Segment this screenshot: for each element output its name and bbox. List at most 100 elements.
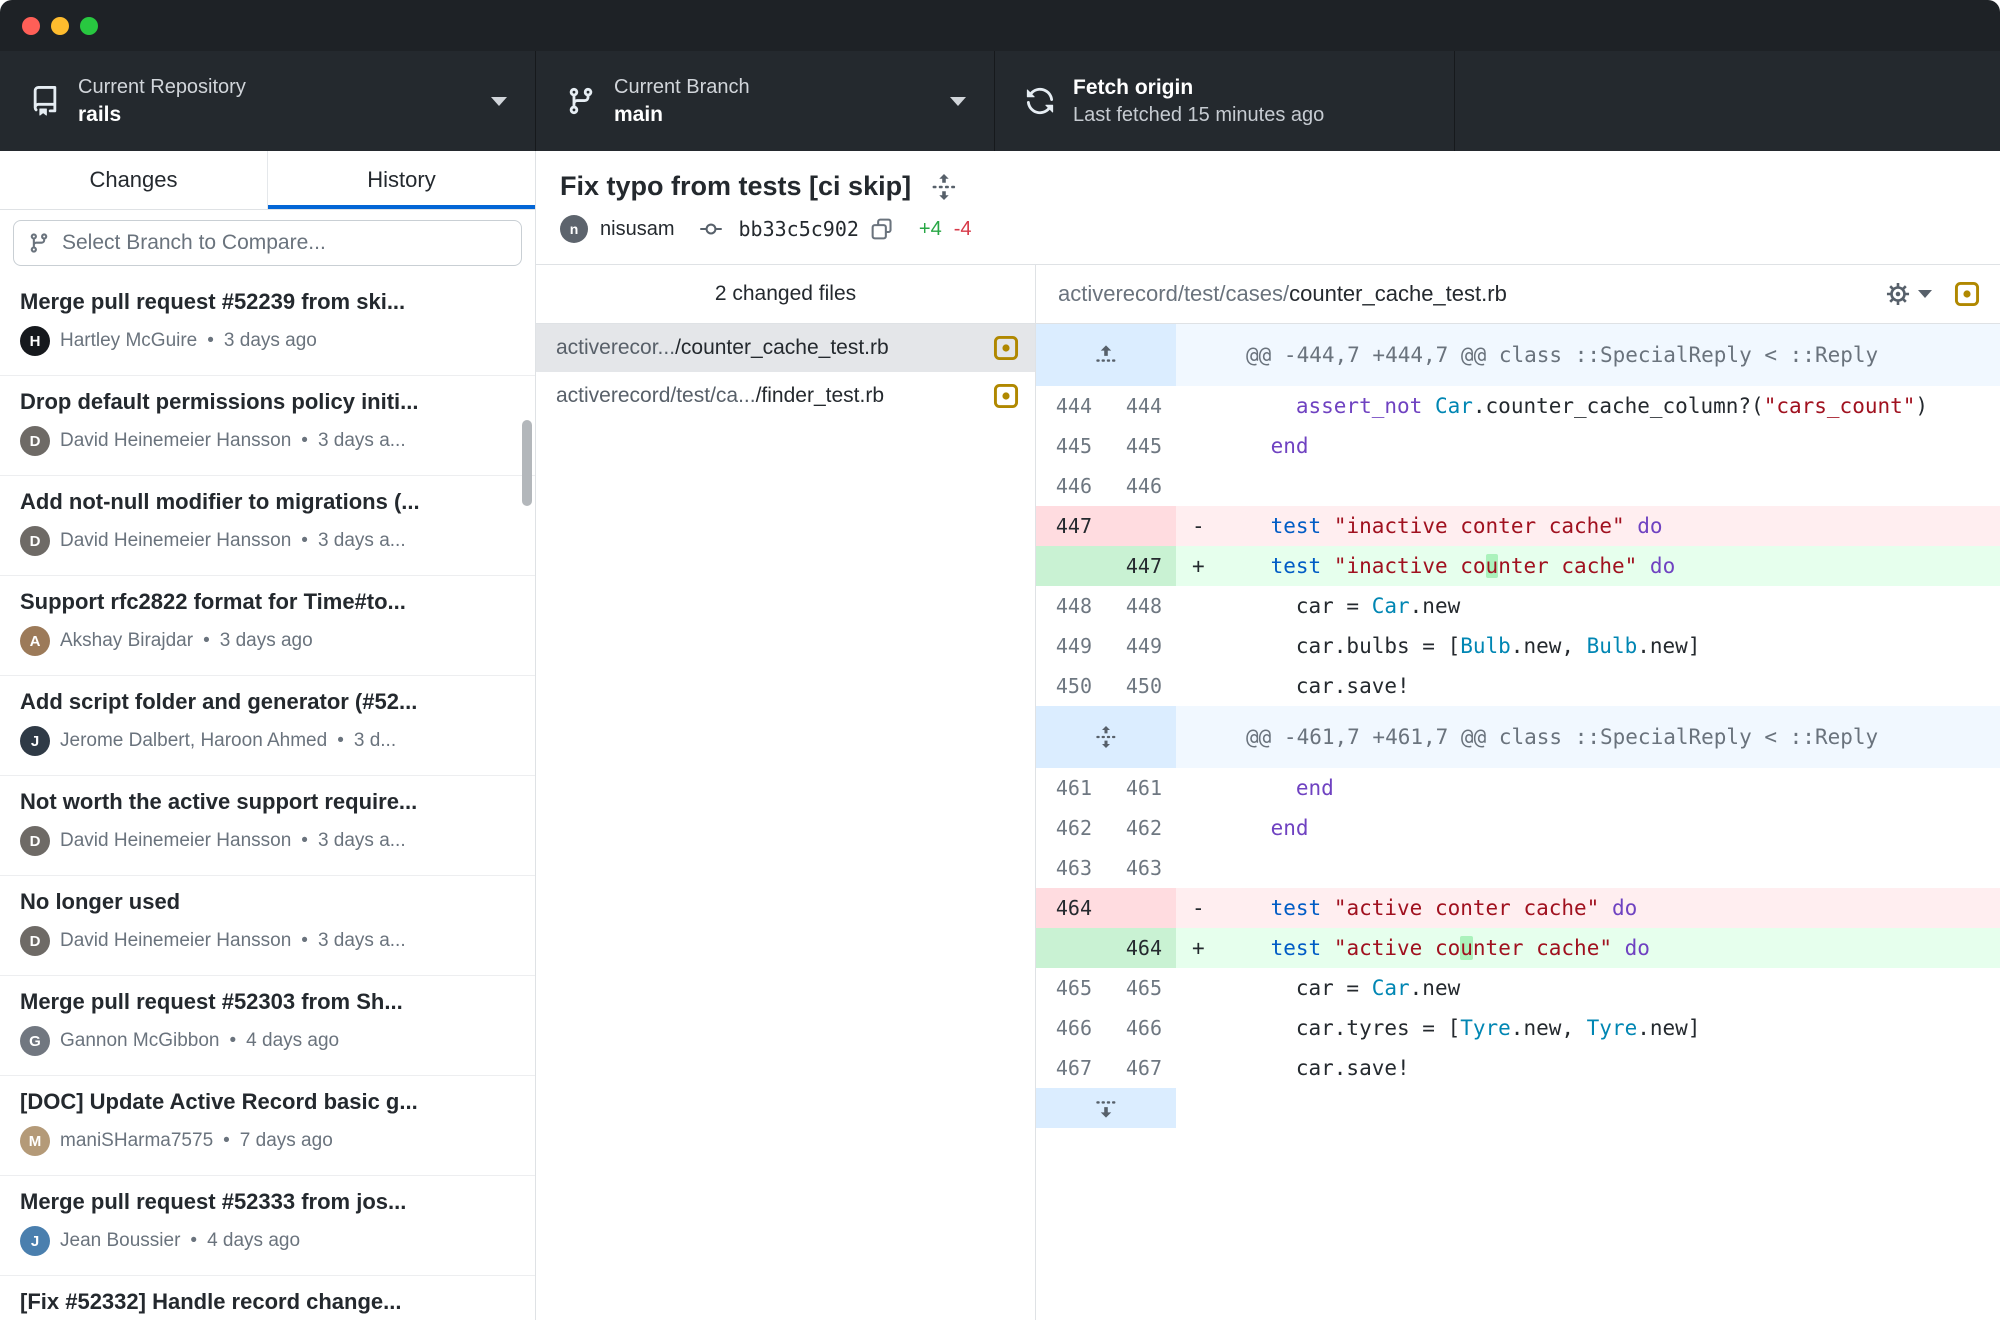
avatar: J xyxy=(20,726,50,756)
diff-marker: + xyxy=(1176,546,1220,586)
old-line-number: 463 xyxy=(1036,848,1106,888)
expand-both-icon[interactable] xyxy=(1095,726,1117,748)
commit-list-item[interactable]: [DOC] Update Active Record basic g... M … xyxy=(0,1076,535,1176)
commit-list: Merge pull request #52239 from ski... H … xyxy=(0,276,535,1320)
diff-line: 464+ test "active counter cache" do xyxy=(1036,928,2000,968)
commit-header: Fix typo from tests [ci skip] n nisusam … xyxy=(536,151,2000,265)
app-window: Current Repository rails Current Branch … xyxy=(0,0,2000,1320)
commit-list-title: [Fix #52332] Handle record change... xyxy=(20,1289,515,1315)
commit-author: Jean Boussier xyxy=(60,1230,180,1252)
diff-file-header: activerecord/test/cases/counter_cache_te… xyxy=(1036,265,2000,324)
branch-compare-input[interactable] xyxy=(62,231,507,255)
diff-marker xyxy=(1176,768,1220,808)
git-commit-icon xyxy=(696,218,726,240)
fetch-origin-button[interactable]: Fetch origin Last fetched 15 minutes ago xyxy=(995,51,1455,151)
new-line-number: 450 xyxy=(1106,666,1176,706)
avatar: D xyxy=(20,526,50,556)
main-panel: Fix typo from tests [ci skip] n nisusam … xyxy=(536,151,2000,1320)
commit-list-title: Merge pull request #52303 from Sh... xyxy=(20,989,515,1015)
old-line-number: 465 xyxy=(1036,968,1106,1008)
current-repository-button[interactable]: Current Repository rails xyxy=(0,51,536,151)
sync-icon xyxy=(1025,86,1055,116)
avatar: H xyxy=(20,326,50,356)
commit-time: 3 days ago xyxy=(224,330,317,352)
changed-file-row[interactable]: activerecord/test/ca.../finder_test.rb xyxy=(536,372,1035,420)
diff-marker xyxy=(1176,848,1220,888)
current-branch-button[interactable]: Current Branch main xyxy=(536,51,995,151)
close-button[interactable] xyxy=(22,17,40,35)
commit-author: Akshay Birajdar xyxy=(60,630,193,652)
expand-commit-summary-icon[interactable] xyxy=(931,174,957,200)
minimize-button[interactable] xyxy=(51,17,69,35)
expand-down-icon[interactable] xyxy=(1095,1097,1117,1119)
sidebar-scrollbar-thumb[interactable] xyxy=(522,420,532,506)
old-line-number: 461 xyxy=(1036,768,1106,808)
diff-line: 461461 end xyxy=(1036,768,2000,808)
branch-compare-row xyxy=(0,210,535,276)
new-line-number: 465 xyxy=(1106,968,1176,1008)
old-line-number: 466 xyxy=(1036,1008,1106,1048)
commit-list-item[interactable]: Add not-null modifier to migrations (...… xyxy=(0,476,535,576)
new-line-number: 446 xyxy=(1106,466,1176,506)
app-body: Changes History Merge pull request #5223… xyxy=(0,151,2000,1320)
file-dir: activerecord/test/ca... xyxy=(556,384,756,408)
diff-file-path: activerecord/test/cases/ xyxy=(1058,281,1289,307)
gear-icon xyxy=(1885,281,1911,307)
new-line-number: 462 xyxy=(1106,808,1176,848)
tab-changes[interactable]: Changes xyxy=(0,151,268,209)
zoom-button[interactable] xyxy=(80,17,98,35)
commit-list-item[interactable]: Add script folder and generator (#52... … xyxy=(0,676,535,776)
tab-history[interactable]: History xyxy=(268,151,535,209)
commit-time: 3 days a... xyxy=(318,430,406,452)
commit-list-title: No longer used xyxy=(20,889,515,915)
diff-marker xyxy=(1176,626,1220,666)
commit-list-item[interactable]: Drop default permissions policy initi...… xyxy=(0,376,535,476)
commit-list-title: Merge pull request #52333 from jos... xyxy=(20,1189,515,1215)
diff-line: 450450 car.save! xyxy=(1036,666,2000,706)
diff-body: @@ -444,7 +444,7 @@ class ::SpecialReply… xyxy=(1036,324,2000,1320)
commit-list-item[interactable]: Support rfc2822 format for Time#to... A … xyxy=(0,576,535,676)
old-line-number: 444 xyxy=(1036,386,1106,426)
commit-list-title: Drop default permissions policy initi... xyxy=(20,389,515,415)
diff-line: 462462 end xyxy=(1036,808,2000,848)
current-repository-label: Current Repository xyxy=(78,76,246,99)
diff-line: 467467 car.save! xyxy=(1036,1048,2000,1088)
hunk-header-text: @@ -461,7 +461,7 @@ class ::SpecialReply… xyxy=(1176,706,1878,768)
code-line xyxy=(1220,848,2000,888)
new-line-number xyxy=(1106,506,1176,546)
current-repository-value: rails xyxy=(78,103,246,127)
file-name: /finder_test.rb xyxy=(756,384,884,408)
sidebar-tabs: Changes History xyxy=(0,151,535,210)
titlebar xyxy=(0,0,2000,51)
file-dir: activerecor... xyxy=(556,336,675,360)
hunk-header-text: @@ -444,7 +444,7 @@ class ::SpecialReply… xyxy=(1176,324,1878,386)
commit-list-item[interactable]: Merge pull request #52303 from Sh... G G… xyxy=(0,976,535,1076)
git-branch-icon xyxy=(28,232,50,254)
diff-marker: - xyxy=(1176,506,1220,546)
file-name: /counter_cache_test.rb xyxy=(675,336,889,360)
code-line: assert_not Car.counter_cache_column?("ca… xyxy=(1220,386,2000,426)
avatar: M xyxy=(20,1126,50,1156)
old-line-number: 446 xyxy=(1036,466,1106,506)
copy-icon[interactable] xyxy=(871,218,893,240)
branch-compare-box[interactable] xyxy=(13,220,522,266)
file-modified-icon xyxy=(993,335,1019,361)
diff-marker xyxy=(1176,666,1220,706)
avatar: D xyxy=(20,926,50,956)
code-line: car.bulbs = [Bulb.new, Bulb.new] xyxy=(1220,626,2000,666)
repo-icon xyxy=(30,86,60,116)
commit-author: David Heinemeier Hansson xyxy=(60,930,291,952)
commit-list-item[interactable]: [Fix #52332] Handle record change... F xyxy=(0,1276,535,1320)
code-line: car = Car.new xyxy=(1220,968,2000,1008)
diff-options-button[interactable] xyxy=(1885,281,1932,307)
old-line-number: 449 xyxy=(1036,626,1106,666)
new-line-number: 466 xyxy=(1106,1008,1176,1048)
changed-file-row[interactable]: activerecor.../counter_cache_test.rb xyxy=(536,324,1035,372)
code-line: car = Car.new xyxy=(1220,586,2000,626)
commit-title: Fix typo from tests [ci skip] xyxy=(560,171,911,202)
commit-list-item[interactable]: No longer used D David Heinemeier Hansso… xyxy=(0,876,535,976)
commit-list-item[interactable]: Merge pull request #52239 from ski... H … xyxy=(0,276,535,376)
commit-list-item[interactable]: Not worth the active support require... … xyxy=(0,776,535,876)
expand-up-icon[interactable] xyxy=(1095,344,1117,366)
commit-list-item[interactable]: Merge pull request #52333 from jos... J … xyxy=(0,1176,535,1276)
